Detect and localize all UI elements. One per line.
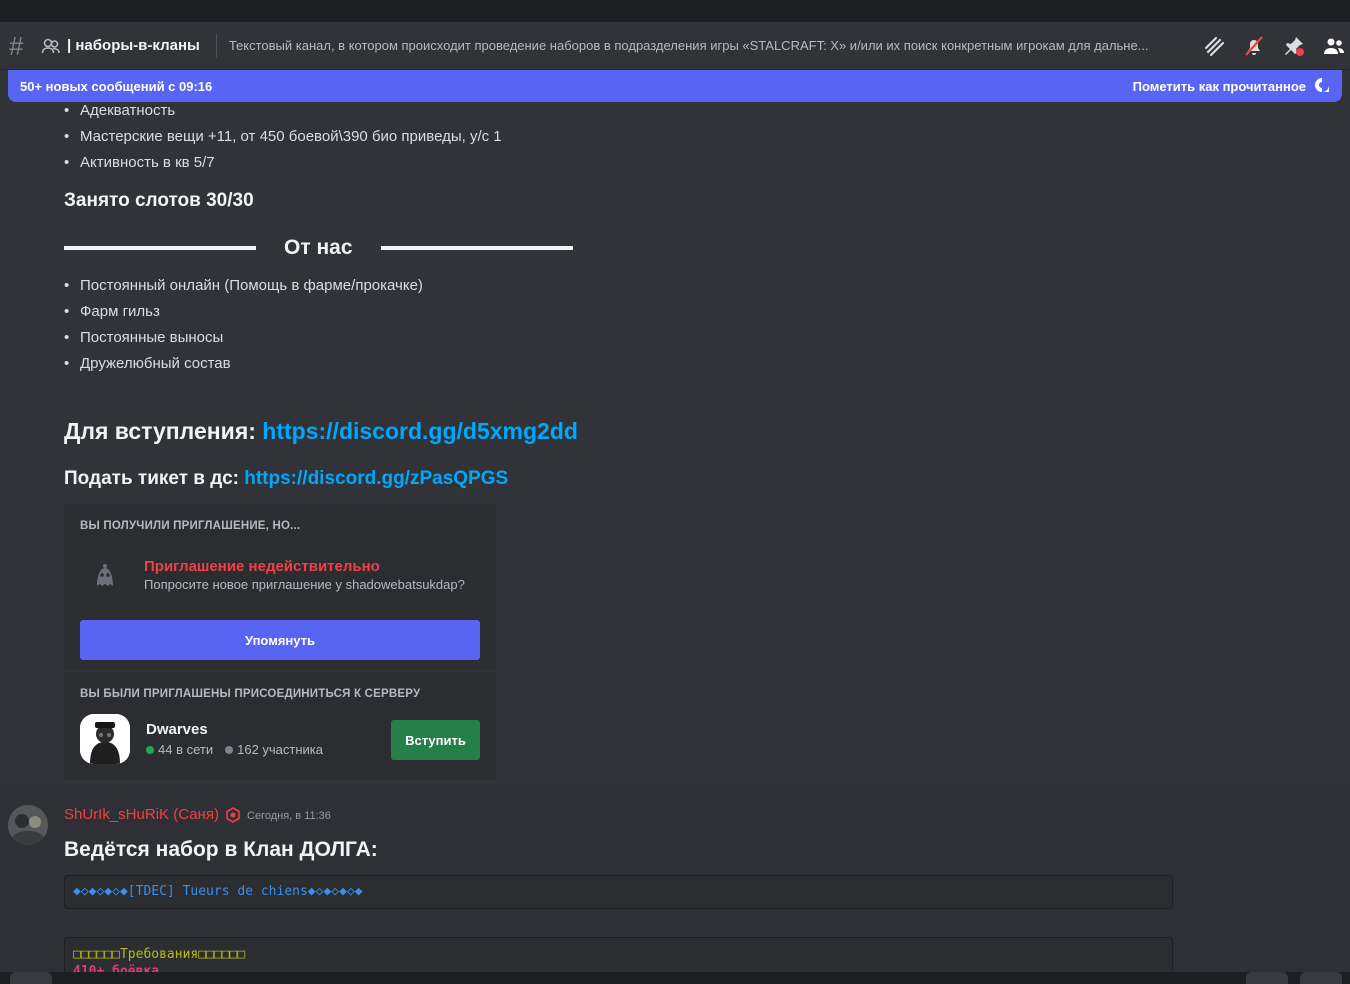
separator-line [64, 246, 256, 250]
role-badge-icon[interactable] [225, 807, 241, 823]
mark-as-read-button[interactable]: Пометить как прочитанное [1133, 77, 1330, 96]
message-title: Ведётся набор в Клан ДОЛГА: [64, 838, 378, 861]
new-messages-label[interactable]: 50+ новых сообщений с 09:16 [20, 79, 212, 94]
online-dot-icon [146, 745, 154, 754]
code-line: □□□□□□Требования□□□□□□ [73, 947, 246, 962]
server-name: Dwarves [146, 721, 208, 738]
server-invite-card: ВЫ БЫЛИ ПРИГЛАШЕНЫ ПРИСОЕДИНИТЬСЯ К СЕРВ… [64, 672, 496, 780]
list-item: Дружелюбный состав [64, 351, 423, 377]
list-item: Активность в кв 5/7 [64, 150, 502, 176]
channel-header: # | наборы-в-кланы Текстовый канал, в ко… [0, 22, 1350, 70]
threads-icon[interactable] [1202, 34, 1226, 58]
join-link[interactable]: https://discord.gg/d5xmg2dd [262, 418, 578, 444]
window-top-strip [0, 0, 1350, 22]
notifications-muted-icon[interactable] [1242, 34, 1266, 58]
benefits-list: Постоянный онлайн (Помощь в фарме/прокач… [0, 273, 423, 377]
join-line: Для вступления: https://discord.gg/d5xmg… [64, 418, 578, 445]
invite-caption: ВЫ БЫЛИ ПРИГЛАШЕНЫ ПРИСОЕДИНИТЬСЯ К СЕРВ… [80, 688, 421, 700]
invalid-invite-card: ВЫ ПОЛУЧИЛИ ПРИГЛАШЕНИЕ, НО... Приглашен… [64, 504, 496, 670]
header-toolbar [1202, 34, 1346, 58]
new-messages-bar[interactable]: 50+ новых сообщений с 09:16 Пометить как… [8, 70, 1342, 102]
message-list[interactable]: Адекватность Мастерские вещи +11, от 450… [0, 102, 1350, 972]
list-item: Постоянный онлайн (Помощь в фарме/прокач… [64, 273, 423, 299]
invite-caption: ВЫ ПОЛУЧИЛИ ПРИГЛАШЕНИЕ, НО... [80, 520, 301, 532]
join-server-button[interactable]: Вступить [391, 720, 480, 760]
separator-line [380, 246, 573, 250]
message-timestamp: Сегодня, в 11:36 [247, 810, 331, 822]
mark-as-read-label: Пометить как прочитанное [1132, 78, 1306, 94]
ticket-link[interactable]: https://discord.gg/zPasQPGS [244, 468, 508, 489]
hash-icon: # [9, 30, 24, 61]
join-label: Для вступления: [64, 418, 263, 444]
ticket-line: Подать тикет в дс: https://discord.gg/zP… [64, 468, 508, 490]
list-item: Адекватность [64, 102, 502, 124]
header-divider [215, 33, 217, 58]
composer-tab [1246, 972, 1288, 984]
mention-button[interactable]: Упомянуть [80, 620, 480, 660]
channel-name: | наборы-в-кланы [67, 37, 200, 54]
members-dot-icon [225, 745, 234, 754]
requirements-list: Адекватность Мастерские вещи +11, от 450… [0, 102, 502, 176]
list-item: Мастерские вещи +11, от 450 боевой\390 б… [64, 124, 502, 150]
channel-topic[interactable]: Текстовый канал, в котором происходит пр… [229, 38, 1179, 53]
pin-icon[interactable] [1282, 34, 1306, 58]
people-icon [41, 36, 61, 56]
code-block: ◆◇◆◇◆◇◆[TDEC] Tueurs de chiens◆◇◆◇◆◇◆ [64, 875, 1173, 909]
code-line: 410+ боёвка [73, 964, 160, 972]
list-item: Постоянные выносы [64, 325, 423, 351]
message-composer-edge [0, 972, 1350, 984]
member-list-icon[interactable] [1322, 34, 1346, 58]
message-item: ShUrIk_sHuRiK (Саня) Сегодня, в 11:36 Ве… [0, 785, 1350, 972]
message-username[interactable]: ShUrIk_sHuRiK (Саня) [64, 806, 219, 823]
online-count: 44 в сети [158, 742, 214, 757]
composer-tab [10, 972, 52, 984]
slots-heading: Занято слотов 30/30 [64, 190, 254, 211]
invalid-invite-icon [80, 550, 130, 600]
invite-invalid-subtitle: Попросите новое приглашение у shadowebat… [144, 577, 465, 592]
member-count: 162 участника [237, 742, 324, 757]
server-icon[interactable] [80, 714, 130, 764]
list-item: Фарм гильз [64, 299, 423, 325]
invite-invalid-title: Приглашение недействительно [144, 558, 380, 575]
server-stats: 44 в сети 162 участника [146, 742, 323, 757]
code-block: □□□□□□Требования□□□□□□ 410+ боёвка [64, 937, 1173, 972]
composer-tab [1300, 972, 1342, 984]
from-us-heading: От нас [284, 236, 353, 259]
mark-read-icon [1314, 77, 1330, 96]
ticket-label: Подать тикет в дс: [64, 468, 245, 489]
from-us-separator: От нас [64, 236, 573, 260]
avatar[interactable] [8, 805, 48, 845]
